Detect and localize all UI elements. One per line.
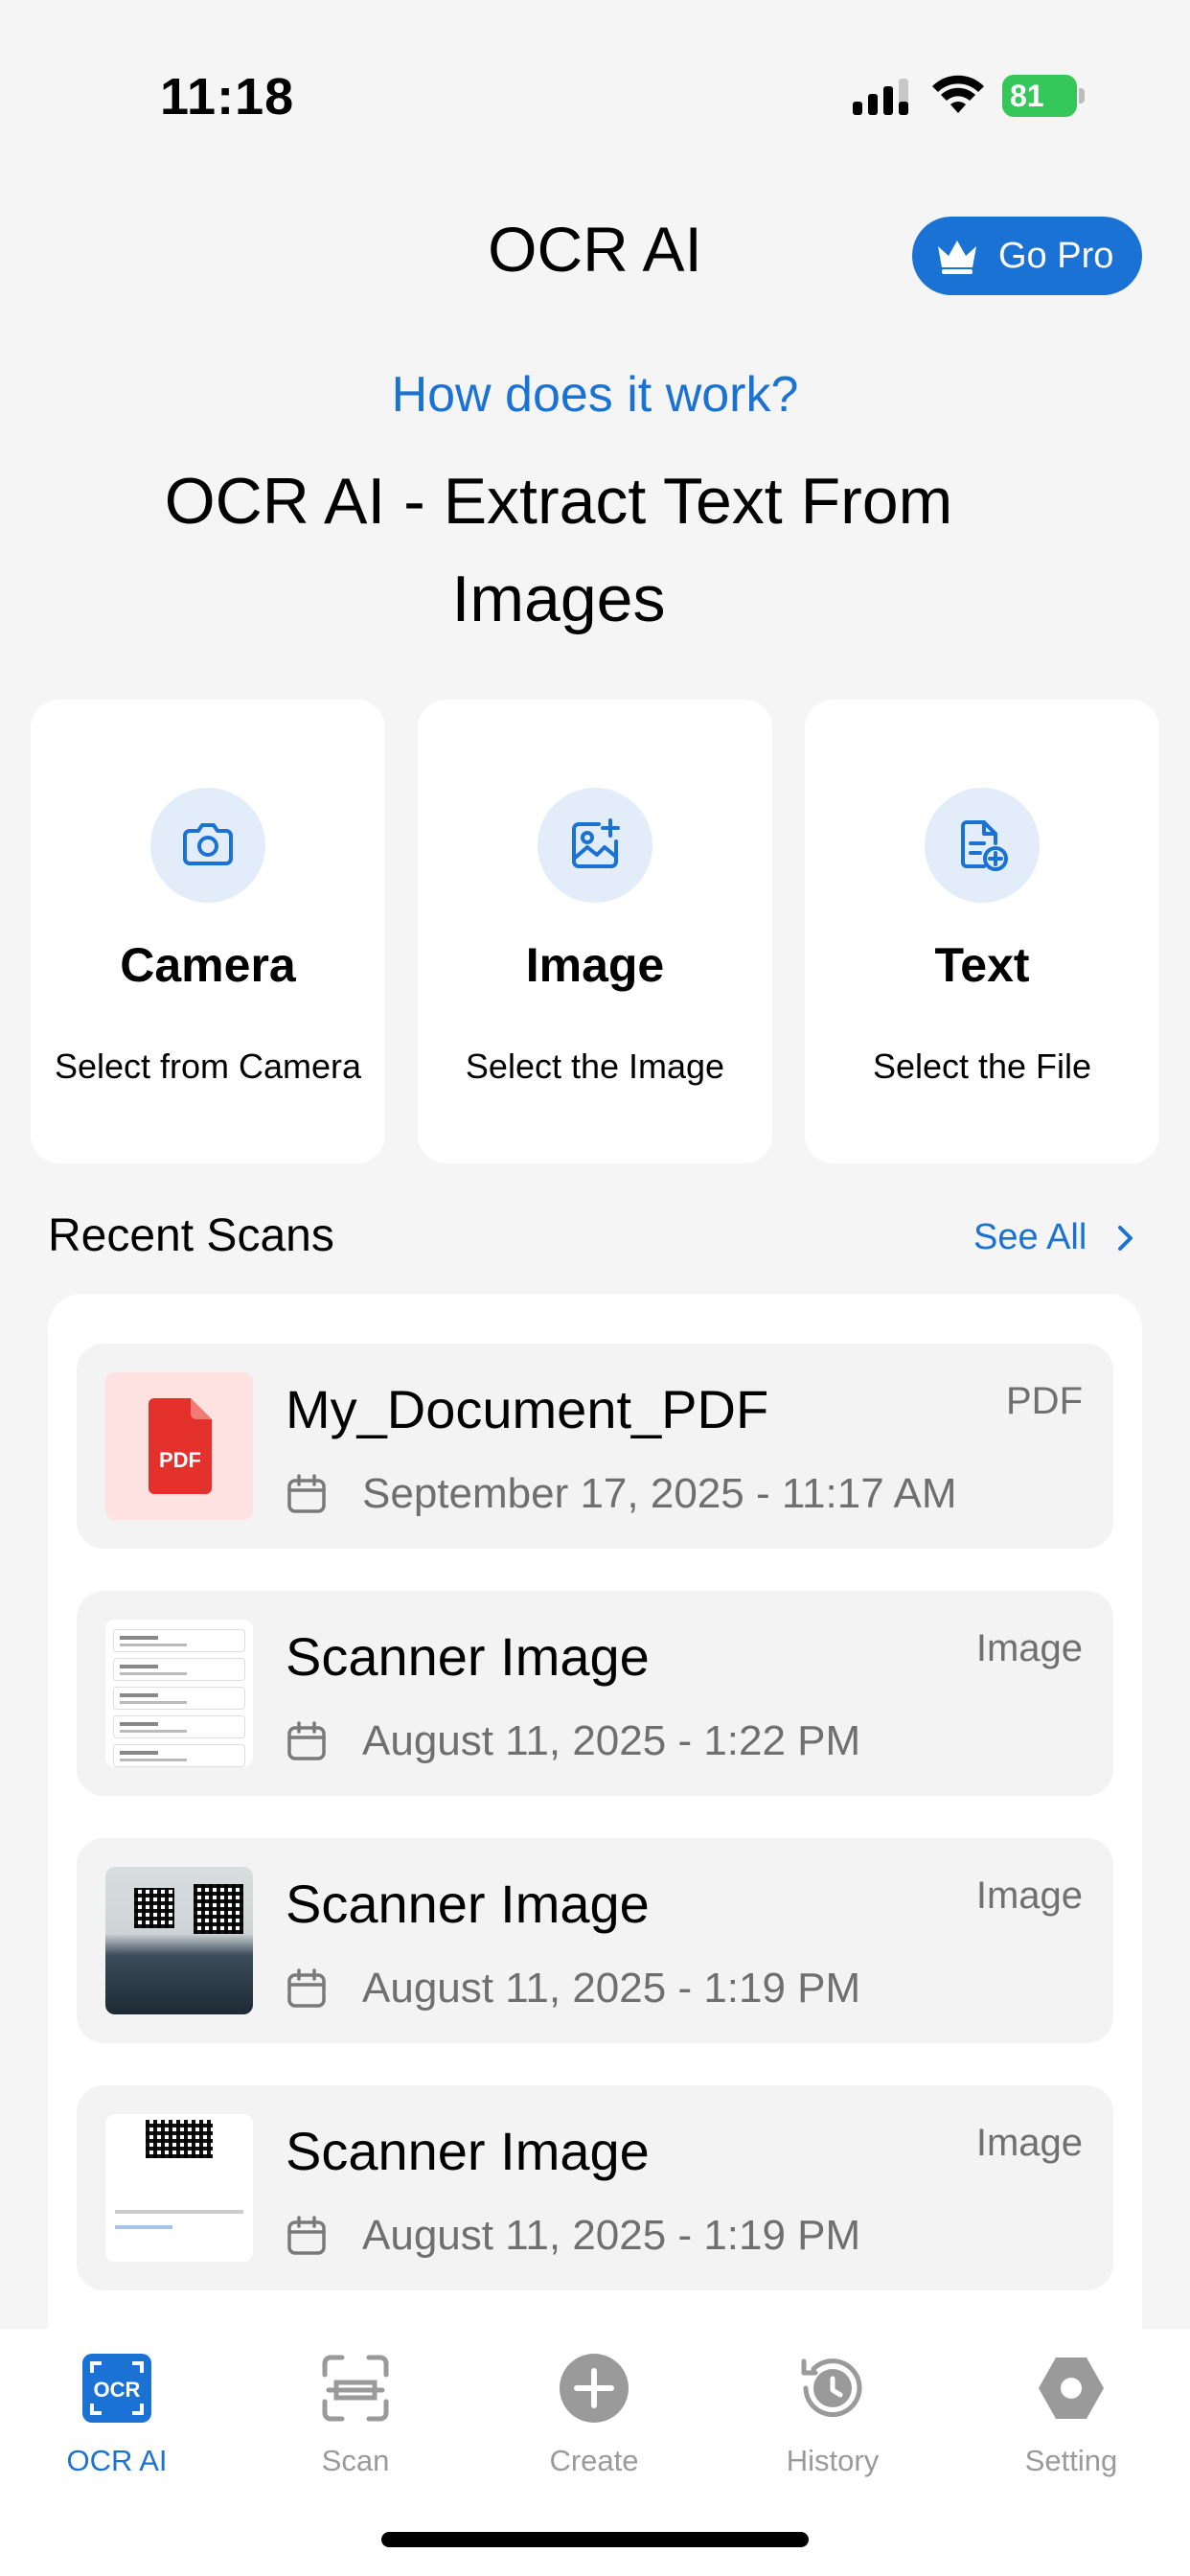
- settings-hexagon-icon: [1039, 2358, 1104, 2419]
- scan-row[interactable]: Scanner Image Image August 11, 2025 - 1:…: [77, 2085, 1113, 2290]
- scan-date: August 11, 2025 - 1:22 PM: [286, 1717, 860, 1765]
- scan-date-text: August 11, 2025 - 1:22 PM: [362, 1717, 861, 1764]
- scan-title: My_Document_PDF: [286, 1379, 769, 1439]
- scan-date: August 11, 2025 - 1:19 PM: [286, 2212, 860, 2260]
- recent-scans-list: PDF My_Document_PDF PDF September 17, 20…: [48, 1294, 1142, 2348]
- scan-row[interactable]: Scanner Image Image August 11, 2025 - 1:…: [77, 1591, 1113, 1796]
- qr-photo-preview: [105, 1867, 253, 2014]
- preview-line: [115, 2225, 172, 2229]
- see-all-button[interactable]: See All: [973, 1217, 1138, 1258]
- battery-cap: [1079, 88, 1085, 104]
- wifi-icon: [932, 75, 984, 113]
- text-card-subtitle: Select the File: [872, 1046, 1092, 1086]
- scan-type: Image: [975, 2122, 1083, 2164]
- tab-scan[interactable]: Scan: [260, 2350, 451, 2478]
- image-add-icon: [572, 818, 620, 868]
- document-thumbnail: [105, 1620, 253, 1767]
- scan-title: Scanner Image: [286, 2121, 650, 2181]
- document-preview: [113, 1623, 245, 1767]
- tab-label: Scan: [321, 2444, 390, 2477]
- tab-setting[interactable]: Setting: [975, 2350, 1167, 2478]
- tab-label: Create: [549, 2444, 639, 2477]
- recent-scans-title: Recent Scans: [48, 1210, 334, 1261]
- go-pro-button[interactable]: Go Pro: [912, 217, 1142, 295]
- home-indicator[interactable]: [381, 2532, 809, 2547]
- preview-line: [113, 1744, 245, 1767]
- image-icon-circle: [538, 788, 652, 903]
- see-all-label: See All: [973, 1217, 1087, 1257]
- preview-line: [115, 2210, 243, 2214]
- ocr-icon-text: OCR: [94, 2378, 141, 2402]
- how-it-works-link[interactable]: How does it work?: [0, 366, 1190, 424]
- qr-code-preview: [194, 1884, 243, 1934]
- preview-line: [113, 1629, 245, 1652]
- go-pro-label: Go Pro: [998, 235, 1114, 276]
- ocr-icon: OCR: [82, 2354, 151, 2423]
- crown-icon: [938, 241, 976, 274]
- text-card[interactable]: Text Select the File: [805, 700, 1159, 1163]
- status-time: 11:18: [160, 68, 295, 126]
- scan-date-text: September 17, 2025 - 11:17 AM: [362, 1470, 957, 1517]
- camera-card-subtitle: Select from Camera: [54, 1046, 362, 1086]
- image-card-subtitle: Select the Image: [465, 1046, 725, 1086]
- scan-date-text: August 11, 2025 - 1:19 PM: [362, 2212, 861, 2259]
- history-icon: [801, 2358, 862, 2418]
- tab-label: OCR AI: [66, 2444, 168, 2477]
- calendar-icon: [287, 1474, 326, 1513]
- calendar-icon: [287, 1968, 326, 2008]
- scan-icon: [322, 2355, 389, 2422]
- text-card-title: Text: [934, 938, 1030, 992]
- scan-title: Scanner Image: [286, 1874, 650, 1934]
- camera-card-title: Camera: [120, 938, 296, 992]
- image-card-title: Image: [525, 938, 665, 992]
- file-add-icon: [961, 820, 1008, 871]
- pdf-thumbnail-label: PDF: [159, 1448, 201, 1472]
- scan-type: Image: [975, 1874, 1083, 1917]
- tab-history[interactable]: History: [737, 2350, 928, 2478]
- pdf-file-icon: PDF: [149, 1398, 212, 1494]
- battery-level: 81: [1002, 75, 1077, 117]
- scan-date-text: August 11, 2025 - 1:19 PM: [362, 1965, 861, 2012]
- screen: 11:18 81 OCR AI Go Pro How does it work?…: [0, 0, 1190, 2576]
- scan-title: Scanner Image: [286, 1626, 650, 1687]
- pdf-thumbnail: PDF: [105, 1372, 253, 1520]
- chevron-right-icon: [1118, 1225, 1133, 1251]
- qr-code-preview: [134, 1888, 174, 1928]
- preview-line: [113, 1687, 245, 1710]
- camera-card[interactable]: Camera Select from Camera: [31, 700, 385, 1163]
- calendar-icon: [287, 2216, 326, 2255]
- scan-type: Image: [975, 1627, 1083, 1669]
- add-circle-icon: [560, 2354, 629, 2423]
- tab-label: History: [786, 2444, 880, 2477]
- scan-date: September 17, 2025 - 11:17 AM: [286, 1470, 956, 1518]
- tab-create[interactable]: Create: [498, 2350, 690, 2478]
- preview-line: [113, 1715, 245, 1738]
- tab-label: Setting: [1024, 2444, 1118, 2477]
- photo-thumbnail: [105, 1867, 253, 2014]
- camera-icon: [183, 823, 233, 865]
- page-headline: OCR AI - Extract Text From Images: [164, 465, 953, 635]
- status-bar: 11:18 81: [0, 0, 1190, 144]
- scan-row[interactable]: Scanner Image Image August 11, 2025 - 1:…: [77, 1838, 1113, 2043]
- cellular-signal-icon: [853, 79, 908, 115]
- image-card[interactable]: Image Select the Image: [418, 700, 772, 1163]
- scan-type: PDF: [1006, 1380, 1083, 1422]
- scan-row[interactable]: PDF My_Document_PDF PDF September 17, 20…: [77, 1344, 1113, 1549]
- camera-icon-circle: [150, 788, 265, 903]
- qr-code-preview: [146, 2120, 213, 2158]
- calendar-icon: [287, 1721, 326, 1760]
- tab-ocr-ai[interactable]: OCR OCR AI: [21, 2350, 213, 2478]
- preview-line: [113, 1658, 245, 1681]
- battery-indicator: 81: [1002, 75, 1085, 117]
- qr-thumbnail: [105, 2114, 253, 2262]
- file-icon-circle: [925, 788, 1040, 903]
- scan-date: August 11, 2025 - 1:19 PM: [286, 1965, 860, 2012]
